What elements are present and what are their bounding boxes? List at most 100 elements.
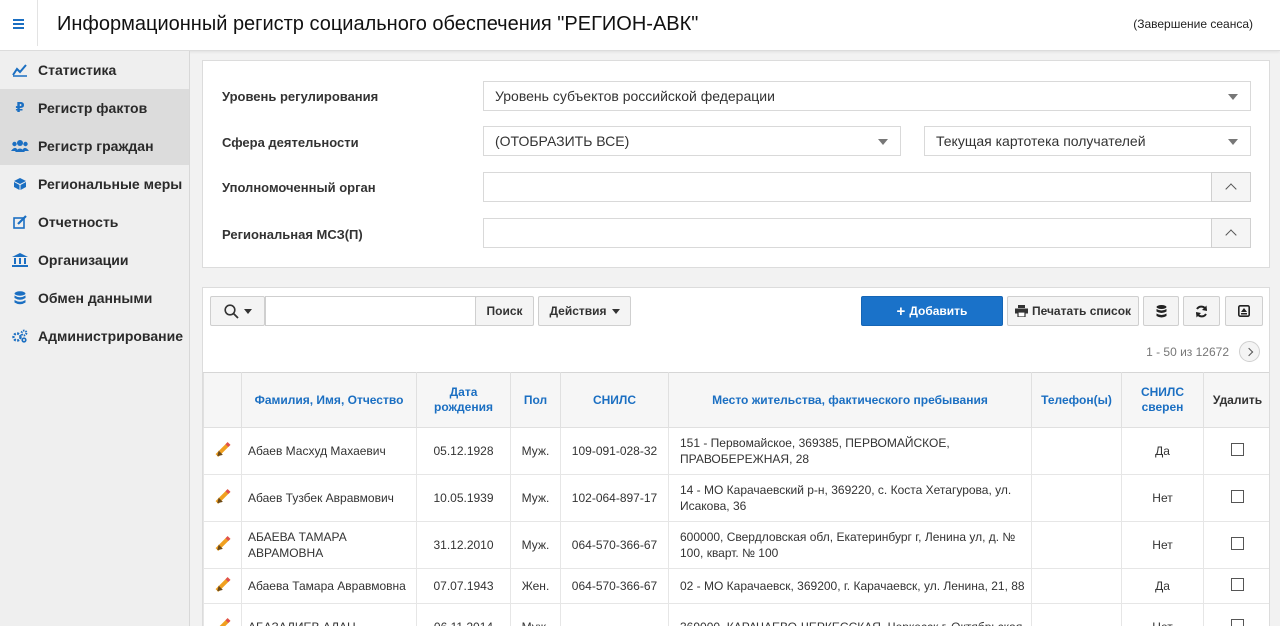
pencil-icon[interactable] [215, 535, 231, 551]
sphere-select[interactable]: (ОТОБРАЗИТЬ ВСЕ) [483, 126, 901, 156]
ruble-icon: ₽ [15, 100, 25, 115]
edit-cell [203, 521, 242, 569]
app-header: Информационный регистр социального обесп… [0, 0, 1280, 51]
cell-address: 151 - Первомайское, 369385, ПЕРВОМАЙСКОЕ… [668, 427, 1032, 475]
sidebar-item-administration[interactable]: Администрирование [0, 317, 189, 355]
cell-birth: 31.12.2010 [416, 521, 511, 569]
header-phone[interactable]: Телефон(ы) [1031, 372, 1122, 428]
cell-delete [1203, 427, 1269, 475]
cell-gender: Муж. [510, 427, 561, 475]
cell-fio: Абаева Тамара Авравмовна [241, 568, 417, 604]
sidebar-item-label: Регистр граждан [38, 138, 154, 154]
cell-fio: Абаев Масхуд Махаевич [241, 427, 417, 475]
card-select[interactable]: Текущая картотека получателей [924, 126, 1251, 156]
cell-address: 600000, Свердловская обл, Екатеринбург г… [668, 521, 1032, 569]
pencil-icon[interactable] [215, 617, 231, 626]
search-icon [223, 303, 239, 319]
header-snils[interactable]: СНИЛС [560, 372, 669, 428]
header-address[interactable]: Место жительства, фактического пребывани… [668, 372, 1032, 428]
database-icon [1156, 304, 1166, 317]
header-snils-checked[interactable]: СНИЛС сверен [1121, 372, 1204, 428]
msz-input[interactable] [483, 218, 1251, 248]
actions-dropdown-button[interactable]: Действия [538, 296, 631, 326]
edit-cell [203, 568, 242, 604]
cell-delete [1203, 568, 1269, 604]
cell-snils [560, 603, 669, 626]
refresh-button[interactable] [1183, 296, 1220, 326]
cell-fio: АБАЗАЛИЕВ АЛАН [241, 603, 417, 626]
app-title: Информационный регистр социального обесп… [57, 13, 699, 35]
delete-checkbox[interactable] [1231, 489, 1244, 503]
plus-icon: + [896, 302, 906, 320]
cell-birth: 06.11.2014 [416, 603, 511, 626]
delete-checkbox[interactable] [1231, 618, 1244, 626]
edit-icon [11, 214, 29, 230]
pencil-icon[interactable] [215, 576, 231, 592]
chevron-down-icon [1228, 94, 1238, 100]
print-icon [1014, 305, 1028, 317]
citizens-table: Фамилия, Имя, Отчество Дата рождения Пол … [203, 372, 1269, 626]
sidebar-item-label: Отчетность [38, 214, 119, 230]
cell-phone [1031, 603, 1122, 626]
chevron-down-icon [1228, 139, 1238, 145]
card-select-value: Текущая картотека получателей [936, 133, 1146, 149]
sidebar-item-label: Организации [38, 252, 129, 268]
sidebar-item-label: Регистр фактов [38, 100, 148, 116]
chart-line-icon [11, 62, 29, 78]
authority-input[interactable] [483, 172, 1251, 202]
header-birth[interactable]: Дата рождения [416, 372, 511, 428]
cell-delete [1203, 521, 1269, 569]
pencil-icon[interactable] [215, 488, 231, 504]
pencil-icon[interactable] [215, 441, 231, 457]
print-label: Печатать список [1031, 304, 1132, 318]
cell-snils: 109-091-028-32 [560, 427, 669, 475]
sidebar-item-organizations[interactable]: Организации [0, 241, 189, 279]
cell-gender: Жен. [510, 568, 561, 604]
search-mode-button[interactable] [210, 296, 265, 326]
next-page-button[interactable] [1239, 341, 1260, 362]
delete-checkbox[interactable] [1231, 577, 1244, 591]
search-button[interactable]: Поиск [475, 296, 534, 326]
hamburger-icon [13, 18, 24, 29]
delete-checkbox[interactable] [1231, 442, 1244, 456]
sidebar-item-reports[interactable]: Отчетность [0, 203, 189, 241]
level-select[interactable]: Уровень субъектов российской федерации [483, 81, 1251, 111]
sidebar: Статистика ₽ Регистр фактов Регистр граж… [0, 51, 190, 626]
msz-toggle-button[interactable] [1211, 218, 1251, 248]
refresh-icon [1196, 305, 1207, 317]
cell-phone [1031, 521, 1122, 569]
header-fio[interactable]: Фамилия, Имя, Отчество [241, 372, 417, 428]
database-icon [11, 290, 29, 306]
print-list-button[interactable]: Печатать список [1007, 296, 1139, 326]
authority-label: Уполномоченный орган [222, 180, 376, 195]
table-row: Абаев Масхуд Махаевич 05.12.1928 Муж. 10… [203, 427, 1269, 475]
actions-label: Действия [549, 304, 607, 318]
table-row: Абаева Тамара Авравмовна 07.07.1943 Жен.… [203, 568, 1269, 604]
level-label: Уровень регулирования [222, 89, 379, 104]
database-button[interactable] [1143, 296, 1179, 326]
cell-address: 02 - МО Карачаевск, 369200, г. Карачаевс… [668, 568, 1032, 604]
institution-icon [11, 252, 29, 268]
authority-toggle-button[interactable] [1211, 172, 1251, 202]
edit-cell [203, 427, 242, 475]
table-header-row: Фамилия, Имя, Отчество Дата рождения Пол … [203, 372, 1269, 428]
add-button[interactable]: + Добавить [861, 296, 1003, 326]
logout-link[interactable]: (Завершение сеанса) [1133, 17, 1253, 31]
sidebar-item-statistics[interactable]: Статистика [0, 51, 189, 89]
caret-down-icon [243, 308, 252, 314]
sidebar-item-data-exchange[interactable]: Обмен данными [0, 279, 189, 317]
delete-checkbox[interactable] [1231, 536, 1244, 550]
sidebar-item-citizens-register[interactable]: Регистр граждан [0, 127, 189, 165]
chevron-down-icon [878, 139, 888, 145]
header-gender[interactable]: Пол [510, 372, 561, 428]
upload-box-icon [1238, 305, 1250, 317]
search-input[interactable] [265, 296, 476, 326]
table-row: Абаев Тузбек Авравмович 10.05.1939 Муж. … [203, 474, 1269, 522]
pager-info: 1 - 50 из 12672 [1146, 345, 1229, 359]
hamburger-menu-button[interactable] [0, 0, 38, 46]
list-panel: Поиск Действия + Добавить Печатать списо… [202, 287, 1270, 626]
sidebar-item-regional-measures[interactable]: Региональные меры [0, 165, 189, 203]
export-button[interactable] [1225, 296, 1263, 326]
sidebar-item-facts-register[interactable]: ₽ Регистр фактов [0, 89, 189, 127]
cell-delete [1203, 603, 1269, 626]
